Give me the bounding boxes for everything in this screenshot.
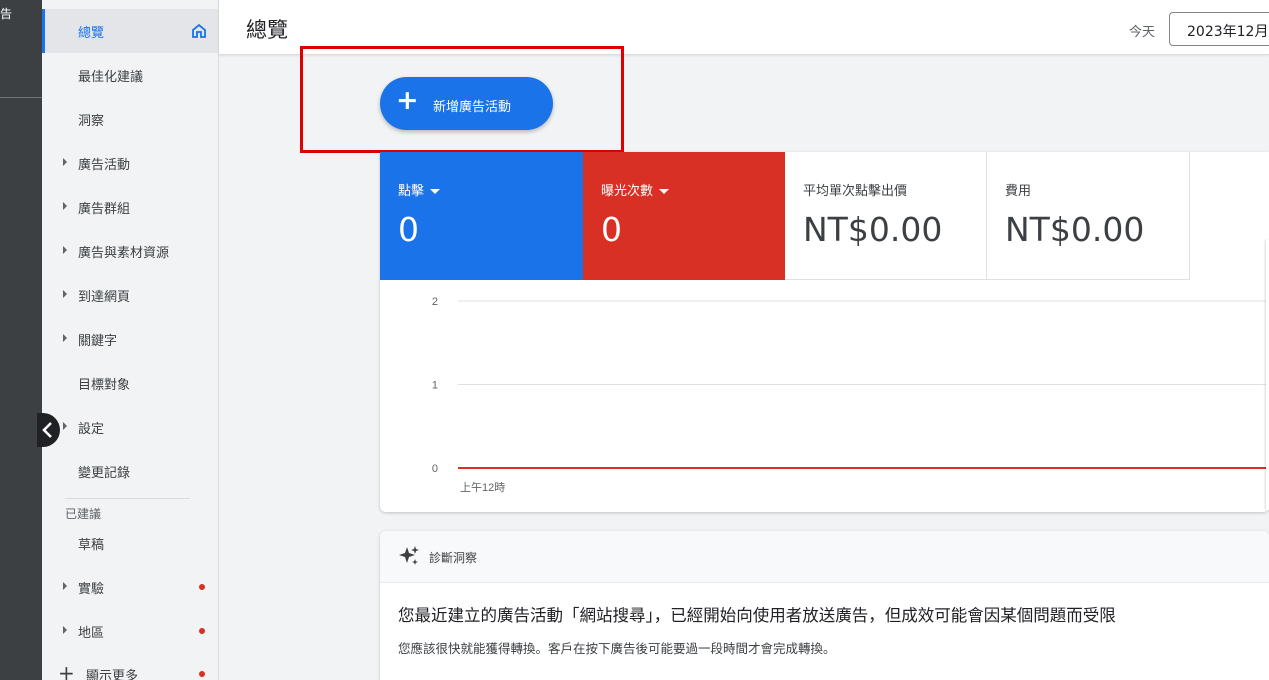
rail-label: 告 bbox=[0, 7, 13, 21]
sidebar-item-label: 廣告與素材資源 bbox=[78, 245, 170, 261]
sidebar-item-label: 實驗 bbox=[78, 581, 105, 597]
sidebar-item-label: 關鍵字 bbox=[78, 333, 118, 349]
alert-dot-icon bbox=[199, 628, 205, 634]
plus-icon: + bbox=[58, 661, 75, 680]
sidebar-item-label: 到達網頁 bbox=[78, 289, 131, 305]
performance-chart: 2 1 0 上午12時 bbox=[432, 296, 1269, 494]
rail-divider bbox=[0, 97, 42, 98]
new-campaign-label: 新增廣告活動 bbox=[433, 100, 512, 115]
date-range-picker[interactable]: 2023年12月 bbox=[1169, 12, 1269, 46]
insight-header: 診斷洞察 bbox=[380, 531, 1269, 583]
sidebar-divider bbox=[65, 498, 190, 499]
expand-caret-icon[interactable] bbox=[63, 246, 67, 254]
sidebar-item[interactable]: 關鍵字 bbox=[42, 317, 218, 361]
date-range-label: 今天 bbox=[1129, 25, 1156, 40]
alert-dot-icon bbox=[199, 671, 205, 677]
metric-label: 費用 bbox=[1005, 184, 1032, 199]
chevron-left-icon bbox=[42, 422, 52, 438]
expand-caret-icon[interactable] bbox=[63, 290, 67, 298]
home-icon bbox=[192, 23, 206, 38]
sidebar-nav: 總覽最佳化建議洞察廣告活動廣告群組廣告與素材資源 到達網頁關鍵字目標對象設定變更記… bbox=[42, 0, 219, 680]
sidebar-item[interactable]: 洞察 bbox=[42, 97, 218, 141]
sidebar-item[interactable]: 設定 bbox=[42, 405, 218, 449]
sidebar-item[interactable]: 廣告活動 bbox=[42, 141, 218, 185]
expand-caret-icon[interactable] bbox=[63, 582, 67, 590]
metric-label: 曝光次數 bbox=[601, 184, 654, 199]
sidebar-item[interactable]: 廣告與素材資源 bbox=[42, 229, 218, 273]
expand-caret-icon[interactable] bbox=[63, 626, 67, 634]
sidebar-item-label: 廣告活動 bbox=[78, 157, 131, 173]
insight-detail: 您應該很快就能獲得轉換。客戶在按下廣告後可能要過一段時間才會完成轉換。 bbox=[398, 641, 836, 656]
insight-title: 診斷洞察 bbox=[429, 551, 478, 565]
y-tick-label: 1 bbox=[432, 380, 438, 392]
sidebar-item-label: 最佳化建議 bbox=[78, 69, 144, 85]
expand-caret-icon[interactable] bbox=[63, 158, 67, 166]
metric-cost[interactable]: 費用 NT$0.00 bbox=[987, 152, 1190, 280]
expand-caret-icon[interactable] bbox=[63, 202, 67, 210]
new-campaign-button[interactable]: + 新增廣告活動 bbox=[380, 77, 553, 130]
page-title: 總覽 bbox=[246, 18, 288, 42]
insight-message: 您最近建立的廣告活動「網站搜尋」，已經開始向使用者放送廣告，但成效可能會因某個問… bbox=[398, 606, 1116, 625]
sidebar-item[interactable]: 實驗 bbox=[42, 565, 218, 609]
sidebar-item-label: 總覽 bbox=[78, 25, 105, 41]
diagnostic-insights-card: 診斷洞察 您最近建立的廣告活動「網站搜尋」，已經開始向使用者放送廣告，但成效可能… bbox=[380, 531, 1269, 680]
sidebar-item-label: 洞察 bbox=[78, 113, 105, 129]
sidebar-item[interactable]: 地區 bbox=[42, 609, 218, 653]
sidebar-item[interactable]: 總覽 bbox=[42, 9, 218, 53]
x-tick-label: 上午12時 bbox=[460, 481, 505, 494]
metric-label: 平均單次點擊出價 bbox=[803, 184, 908, 199]
plus-icon: + bbox=[396, 85, 419, 116]
metric-value: NT$0.00 bbox=[1005, 210, 1145, 249]
sidebar-item-label: 變更記錄 bbox=[78, 465, 131, 481]
metric-value: NT$0.00 bbox=[803, 210, 943, 249]
metric-clicks[interactable]: 點擊 0 bbox=[380, 152, 583, 280]
sidebar-item[interactable]: 變更記錄 bbox=[42, 449, 218, 493]
sidebar-item-label: 廣告群組 bbox=[78, 201, 131, 217]
sidebar-item-label: 草稿 bbox=[78, 537, 105, 553]
sidebar-item[interactable]: 草稿 bbox=[42, 521, 218, 565]
sidebar-item-label: 目標對象 bbox=[78, 377, 131, 393]
metric-value: 0 bbox=[398, 210, 419, 249]
sparkle-icon bbox=[399, 546, 419, 565]
sidebar-item[interactable]: 到達網頁 bbox=[42, 273, 218, 317]
dropdown-arrow-icon[interactable] bbox=[659, 189, 670, 194]
y-tick-label: 2 bbox=[432, 296, 438, 308]
metric-avg-cpc[interactable]: 平均單次點擊出價 NT$0.00 bbox=[785, 152, 987, 280]
sidebar-item-label: 顯示更多 bbox=[86, 668, 139, 680]
expand-caret-icon[interactable] bbox=[63, 422, 67, 430]
dropdown-arrow-icon[interactable] bbox=[430, 189, 441, 194]
page-header: 總覽 今天 2023年12月 bbox=[219, 0, 1269, 55]
metric-value: 0 bbox=[601, 210, 622, 249]
section-heading: 已建議 bbox=[65, 507, 102, 521]
expand-caret-icon[interactable] bbox=[63, 334, 67, 342]
sidebar-item[interactable]: 目標對象 bbox=[42, 361, 218, 405]
metric-impressions[interactable]: 曝光次數 0 bbox=[583, 152, 785, 280]
sidebar-item-label: 地區 bbox=[78, 625, 105, 641]
alert-dot-icon bbox=[199, 584, 205, 590]
y-tick-label: 0 bbox=[432, 463, 438, 475]
sidebar-item-label: 設定 bbox=[78, 421, 105, 437]
performance-card: 點擊 0 曝光次數 0 平均單次點擊出價 NT$0.00 費用 NT$0.00 … bbox=[380, 152, 1269, 512]
sidebar-item[interactable]: 最佳化建議 bbox=[42, 53, 218, 97]
sidebar-item[interactable]: 顯示更多 + bbox=[42, 652, 218, 680]
metric-label: 點擊 bbox=[398, 184, 425, 199]
app-rail: 告 bbox=[0, 0, 42, 680]
sidebar-item[interactable]: 廣告群組 bbox=[42, 185, 218, 229]
